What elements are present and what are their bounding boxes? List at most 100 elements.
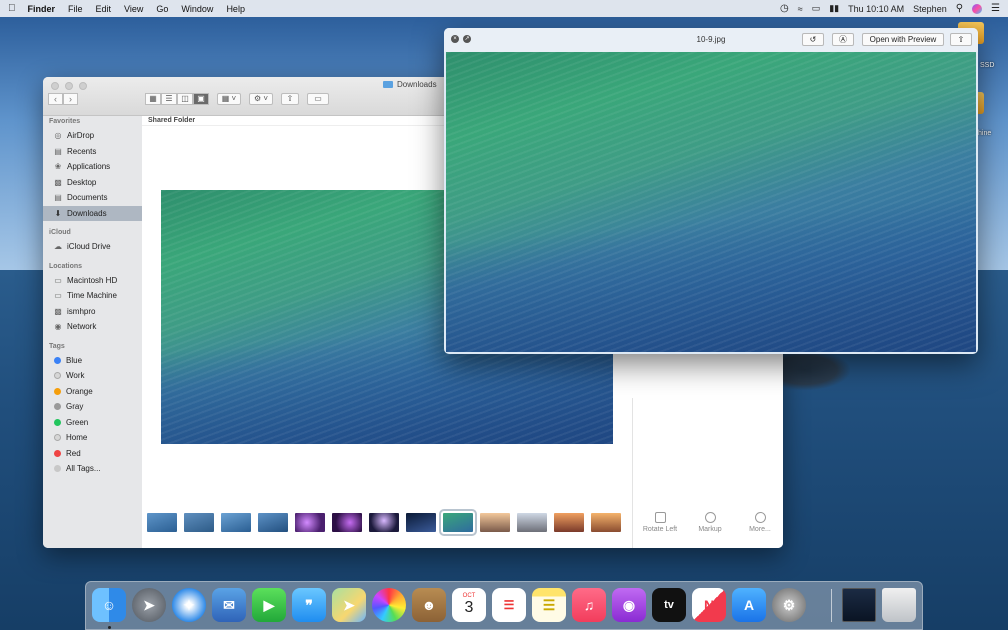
trash-icon[interactable] — [882, 588, 916, 622]
thumbnail[interactable] — [591, 513, 621, 532]
safari-app-icon[interactable]: ✦ — [172, 588, 206, 622]
menu-go[interactable]: Go — [156, 4, 168, 14]
sidebar-item-recents[interactable]: ▤ Recents — [43, 144, 142, 160]
sidebar-item-documents[interactable]: ▤ Documents — [43, 190, 142, 206]
notification-center-icon[interactable]: ☰ — [991, 3, 1000, 14]
reminders-app-icon[interactable]: ☰ — [492, 588, 526, 622]
disk-icon: ▭ — [54, 275, 62, 285]
sidebar-item-label: Time Machine — [67, 291, 117, 300]
airdrop-icon: ◎ — [54, 131, 62, 140]
minimized-window-icon[interactable] — [842, 588, 876, 622]
system-preferences-app-icon[interactable]: ⚙ — [772, 588, 806, 622]
gallery-view-button[interactable]: ▣ — [193, 93, 209, 105]
spotlight-icon[interactable]: ⚲ — [956, 3, 963, 14]
photos-app-icon[interactable] — [372, 588, 406, 622]
thumbnail[interactable] — [147, 513, 177, 532]
menu-file[interactable]: File — [68, 4, 83, 14]
menu-finder[interactable]: Finder — [28, 4, 56, 14]
back-button[interactable]: ‹ — [48, 93, 63, 105]
sidebar-section-icloud: iCloud — [49, 229, 71, 236]
thumbnail[interactable] — [517, 513, 547, 532]
facetime-app-icon[interactable]: ▶ — [252, 588, 286, 622]
sidebar-item-airdrop[interactable]: ◎ AirDrop — [43, 128, 142, 144]
sidebar-tag-red[interactable]: Red — [43, 446, 142, 462]
sidebar-item-network[interactable]: ◉ Network — [43, 319, 142, 335]
siri-icon[interactable] — [972, 3, 983, 14]
icon-view-button[interactable]: ▦ — [145, 93, 161, 105]
quicklook-rotate-button[interactable]: ↺ — [802, 33, 824, 46]
thumbnail[interactable] — [221, 513, 251, 532]
finder-title-text: Downloads — [397, 80, 437, 89]
minimize-button[interactable] — [65, 82, 73, 90]
thumbnail-selected[interactable] — [439, 509, 477, 536]
notes-app-icon[interactable]: ☰ — [532, 588, 566, 622]
sidebar-item-ismhpro[interactable]: ▩ ismhpro — [43, 304, 142, 320]
share-button[interactable]: ⇧ — [281, 93, 299, 105]
forward-button[interactable]: › — [63, 93, 78, 105]
tv-app-icon[interactable]: tv — [652, 588, 686, 622]
gallery-filmstrip — [147, 509, 621, 536]
music-app-icon[interactable]: ♫ — [572, 588, 606, 622]
sidebar-item-downloads[interactable]: ⬇ Downloads — [43, 205, 142, 221]
thumbnail[interactable] — [554, 513, 584, 532]
thumbnail[interactable] — [332, 513, 362, 532]
battery-icon[interactable]: ▮▮ — [829, 3, 839, 14]
rotate-left-button[interactable]: Rotate Left — [640, 512, 680, 533]
close-button[interactable] — [51, 82, 59, 90]
user-name[interactable]: Stephen — [913, 4, 947, 14]
thumbnail[interactable] — [295, 513, 325, 532]
markup-button[interactable]: Markup — [690, 512, 730, 533]
sidebar-item-macintosh-hd[interactable]: ▭ Macintosh HD — [43, 273, 142, 289]
thumbnail[interactable] — [258, 513, 288, 532]
thumbnail[interactable] — [480, 513, 510, 532]
finder-app-icon[interactable]: ☺ — [92, 588, 126, 622]
menu-edit[interactable]: Edit — [96, 4, 112, 14]
sidebar-item-desktop[interactable]: ▩ Desktop — [43, 175, 142, 191]
airplay-icon[interactable]: ▭ — [812, 3, 821, 14]
column-view-button[interactable]: ◫ — [177, 93, 193, 105]
menu-view[interactable]: View — [124, 4, 143, 14]
sidebar-all-tags[interactable]: All Tags... — [43, 461, 142, 477]
thumbnail[interactable] — [369, 513, 399, 532]
wifi-icon[interactable]: ≈ — [798, 4, 803, 14]
list-view-button[interactable]: ☰ — [161, 93, 177, 105]
sidebar-item-applications[interactable]: ❀ Applications — [43, 159, 142, 175]
action-gear-button[interactable]: ⚙ ˅ — [249, 93, 273, 105]
sidebar-tag-home[interactable]: Home — [43, 430, 142, 446]
menu-window[interactable]: Window — [181, 4, 213, 14]
launchpad-app-icon[interactable]: ➤ — [132, 588, 166, 622]
sidebar-tag-orange[interactable]: Orange — [43, 384, 142, 400]
app-store-app-icon[interactable]: A — [732, 588, 766, 622]
sidebar-item-time-machine[interactable]: ▭ Time Machine — [43, 288, 142, 304]
open-with-preview-button[interactable]: Open with Preview — [862, 33, 944, 46]
sidebar-tag-green[interactable]: Green — [43, 415, 142, 431]
podcasts-app-icon[interactable]: ◉ — [612, 588, 646, 622]
quicklook-image[interactable] — [446, 52, 976, 352]
quicklook-markup-button[interactable]: Ⓐ — [832, 33, 854, 46]
clock[interactable]: Thu 10:10 AM — [848, 4, 904, 14]
sidebar-item-label: Work — [66, 371, 85, 380]
news-app-icon[interactable]: N — [692, 588, 726, 622]
calendar-day: 3 — [464, 599, 474, 616]
menu-help[interactable]: Help — [226, 4, 245, 14]
tags-button[interactable]: ▭ — [307, 93, 329, 105]
quicklook-share-button[interactable]: ⇧ — [950, 33, 972, 46]
desktop-drive-label: SSD — [980, 62, 995, 69]
thumbnail[interactable] — [184, 513, 214, 532]
zoom-button[interactable] — [79, 82, 87, 90]
sidebar-tag-blue[interactable]: Blue — [43, 353, 142, 369]
sidebar-item-label: Blue — [66, 355, 83, 365]
mail-app-icon[interactable]: ✉ — [212, 588, 246, 622]
maps-app-icon[interactable]: ➤ — [332, 588, 366, 622]
calendar-app-icon[interactable]: OCT 3 — [452, 588, 486, 622]
time-machine-status-icon[interactable]: ◷ — [780, 3, 789, 14]
sidebar-tag-gray[interactable]: Gray — [43, 399, 142, 415]
more-button[interactable]: More... — [740, 512, 780, 533]
messages-app-icon[interactable]: ❞ — [292, 588, 326, 622]
apple-menu-icon[interactable]:  — [8, 3, 16, 14]
sidebar-item-icloud-drive[interactable]: ☁ iCloud Drive — [43, 239, 142, 255]
group-by-button[interactable]: ▦ ˅ — [217, 93, 241, 105]
contacts-app-icon[interactable]: ☻ — [412, 588, 446, 622]
thumbnail[interactable] — [406, 513, 436, 532]
sidebar-tag-work[interactable]: Work — [43, 368, 142, 384]
